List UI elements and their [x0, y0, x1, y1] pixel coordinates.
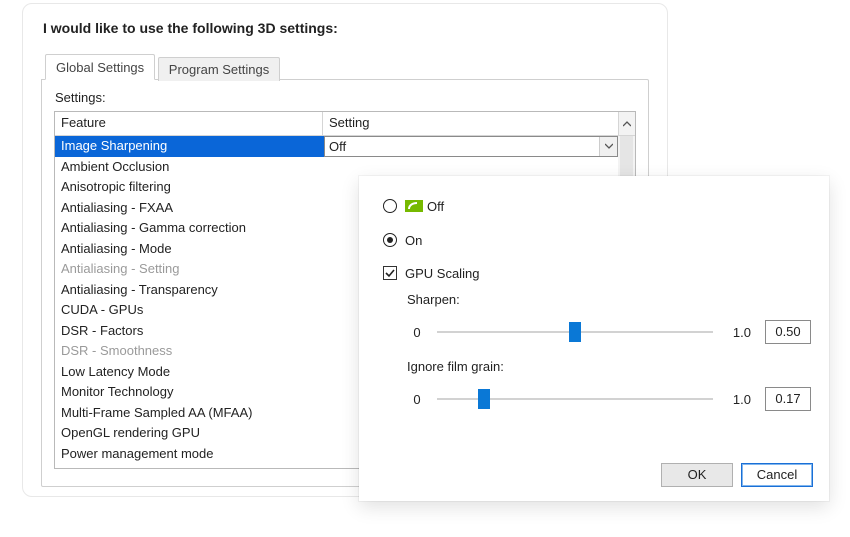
table-row[interactable]: Ambient Occlusion	[55, 157, 635, 178]
radio-on[interactable]: On	[383, 228, 811, 252]
column-feature[interactable]: Feature	[55, 112, 323, 135]
setting-dropdown[interactable]: Off	[324, 136, 618, 157]
feature-cell: Antialiasing - Mode	[55, 239, 323, 260]
feature-cell: Low Latency Mode	[55, 362, 323, 383]
popup-button-row: OK Cancel	[661, 463, 813, 487]
feature-cell: DSR - Smoothness	[55, 341, 323, 362]
feature-cell: Multi-Frame Sampled AA (MFAA)	[55, 403, 323, 424]
film-grain-label: Ignore film grain:	[407, 359, 811, 374]
sharpen-label: Sharpen:	[407, 292, 811, 307]
radio-on-circle	[383, 233, 397, 247]
feature-cell: CUDA - GPUs	[55, 300, 323, 321]
sharpen-group: Sharpen: 0 1.0 0.50 Ignore film grain: 0…	[407, 292, 811, 414]
radio-off[interactable]: Off	[383, 194, 811, 218]
sharpen-slider[interactable]	[437, 322, 713, 342]
ok-button[interactable]: OK	[661, 463, 733, 487]
feature-cell: Antialiasing - Gamma correction	[55, 218, 323, 239]
gpu-scaling-label: GPU Scaling	[405, 266, 479, 281]
film-grain-slider[interactable]	[437, 389, 713, 409]
feature-cell: Monitor Technology	[55, 382, 323, 403]
checkbox-box	[383, 266, 397, 280]
tab-program-settings[interactable]: Program Settings	[158, 57, 280, 81]
feature-cell: Power management mode	[55, 444, 323, 465]
feature-cell: Antialiasing - Setting	[55, 259, 323, 280]
radio-on-label: On	[405, 233, 422, 248]
image-sharpening-popup: Off On GPU Scaling Sharpen: 0 1.0 0.50 I…	[359, 176, 829, 501]
tab-global-settings[interactable]: Global Settings	[45, 54, 155, 80]
checkmark-icon	[385, 268, 395, 278]
feature-cell: Antialiasing - FXAA	[55, 198, 323, 219]
scroll-up-button[interactable]	[618, 112, 635, 135]
chevron-down-icon	[605, 143, 613, 149]
feature-cell: Ambient Occlusion	[55, 157, 323, 178]
table-header: Feature Setting	[55, 112, 635, 136]
feature-cell: Image Sharpening	[55, 136, 323, 157]
feature-cell: Anisotropic filtering	[55, 177, 323, 198]
column-setting[interactable]: Setting	[323, 112, 618, 135]
cancel-button[interactable]: Cancel	[741, 463, 813, 487]
checkbox-gpu-scaling[interactable]: GPU Scaling	[383, 262, 811, 284]
tab-bar: Global Settings Program Settings	[45, 54, 649, 80]
sharpen-value[interactable]: 0.50	[765, 320, 811, 344]
radio-off-circle	[383, 199, 397, 213]
nvidia-logo-icon	[405, 200, 423, 212]
page-heading: I would like to use the following 3D set…	[43, 20, 649, 36]
setting-cell	[323, 157, 635, 178]
film-grain-slider-row: 0 1.0 0.17	[407, 384, 811, 414]
sharpen-max: 1.0	[723, 325, 751, 340]
film-grain-max: 1.0	[723, 392, 751, 407]
sharpen-slider-row: 0 1.0 0.50	[407, 317, 811, 347]
radio-on-dot	[387, 237, 393, 243]
feature-cell: DSR - Factors	[55, 321, 323, 342]
radio-off-label: Off	[427, 199, 444, 214]
sharpen-thumb[interactable]	[569, 322, 581, 342]
chevron-up-icon	[623, 121, 631, 127]
sharpen-min: 0	[407, 325, 427, 340]
dropdown-arrow-button[interactable]	[599, 137, 617, 156]
feature-cell: Antialiasing - Transparency	[55, 280, 323, 301]
setting-dropdown-value: Off	[329, 139, 346, 154]
settings-label: Settings:	[55, 90, 636, 105]
feature-cell: OpenGL rendering GPU	[55, 423, 323, 444]
film-grain-thumb[interactable]	[478, 389, 490, 409]
film-grain-min: 0	[407, 392, 427, 407]
film-grain-value[interactable]: 0.17	[765, 387, 811, 411]
